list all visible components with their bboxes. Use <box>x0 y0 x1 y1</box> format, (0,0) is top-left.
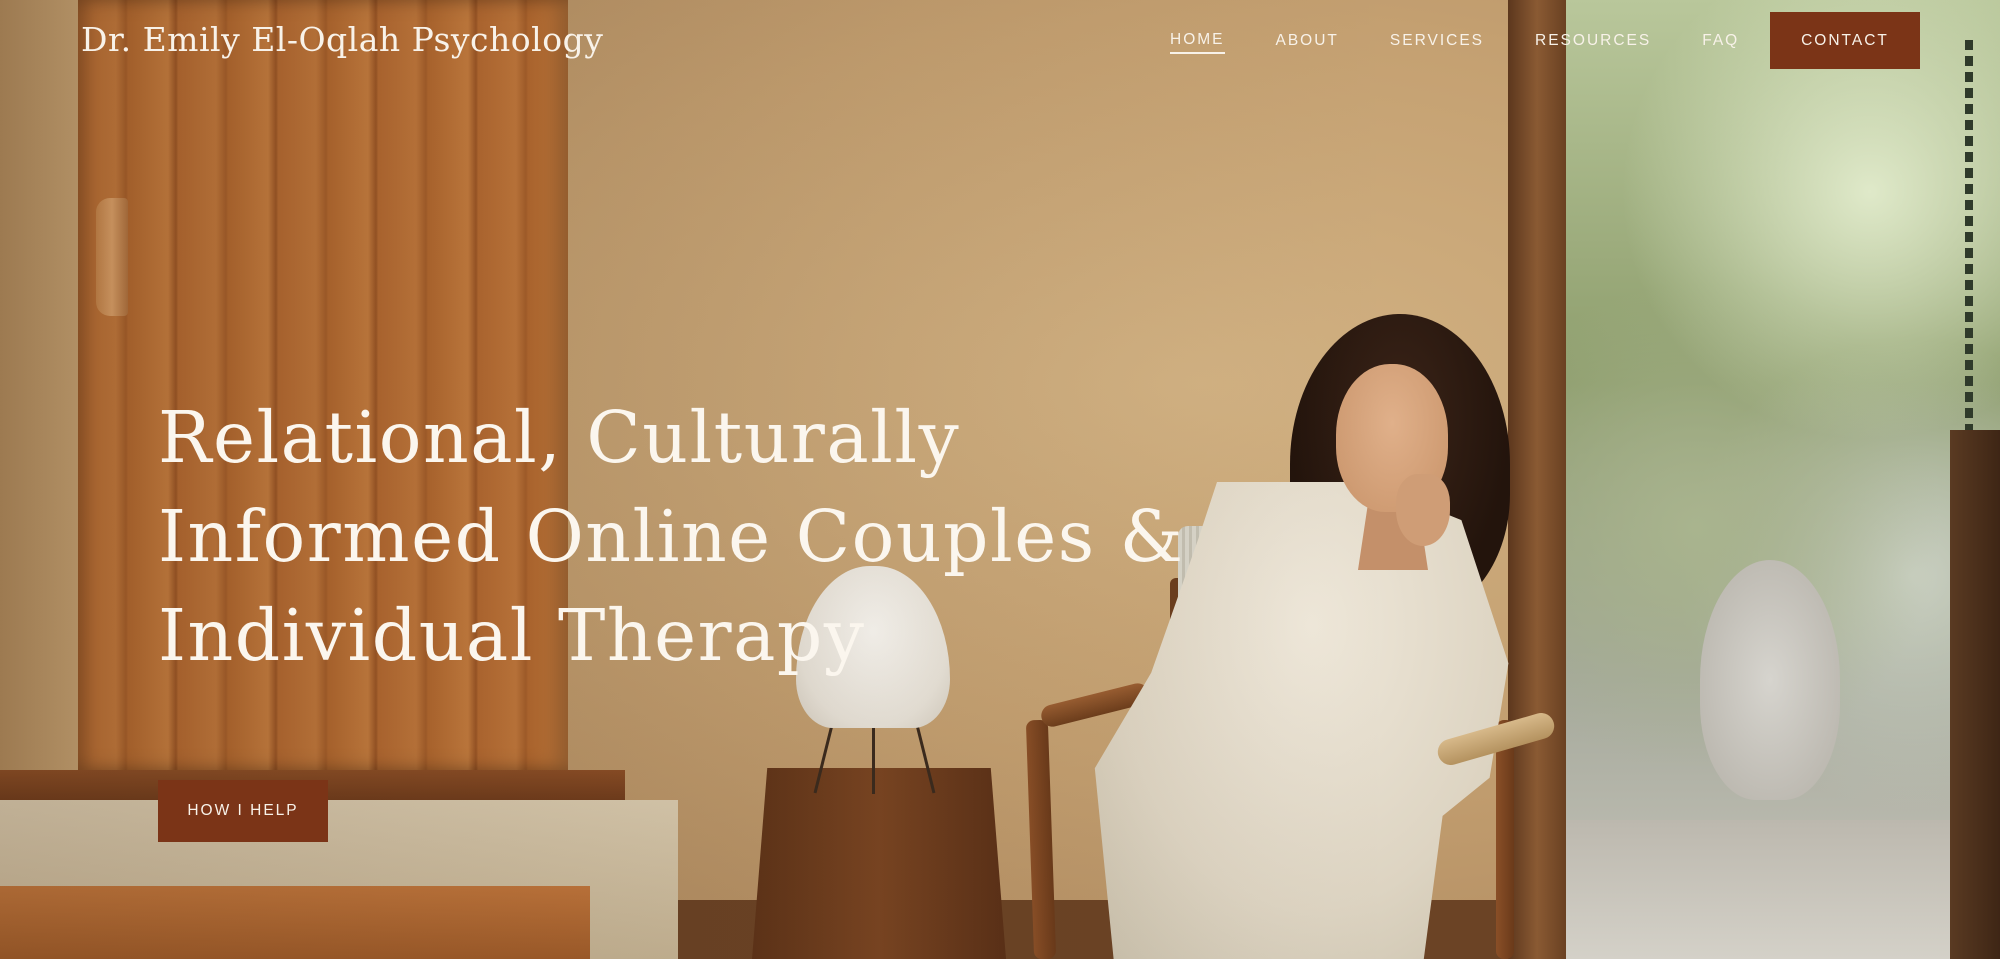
nav-link-resources[interactable]: RESOURCES <box>1535 32 1651 53</box>
headline-line: Individual Therapy <box>158 594 866 677</box>
hero-headline: Relational, Culturally Informed Online C… <box>158 388 1185 685</box>
headline-line: Relational, Culturally <box>158 396 961 479</box>
site-logo-title[interactable]: Dr. Emily El-Oqlah Psychology <box>81 20 603 59</box>
main-nav: HOME ABOUT SERVICES RESOURCES FAQ <box>1170 31 1790 54</box>
nav-link-services[interactable]: SERVICES <box>1390 32 1484 53</box>
how-i-help-button[interactable]: HOW I HELP <box>158 780 328 842</box>
headline-line: Informed Online Couples & <box>158 495 1185 578</box>
nav-link-about[interactable]: ABOUT <box>1276 32 1339 53</box>
contact-button[interactable]: CONTACT <box>1770 12 1920 69</box>
nav-link-faq[interactable]: FAQ <box>1702 32 1739 53</box>
hero-section: Dr. Emily El-Oqlah Psychology HOME ABOUT… <box>0 0 2000 959</box>
nav-link-home[interactable]: HOME <box>1170 31 1225 54</box>
